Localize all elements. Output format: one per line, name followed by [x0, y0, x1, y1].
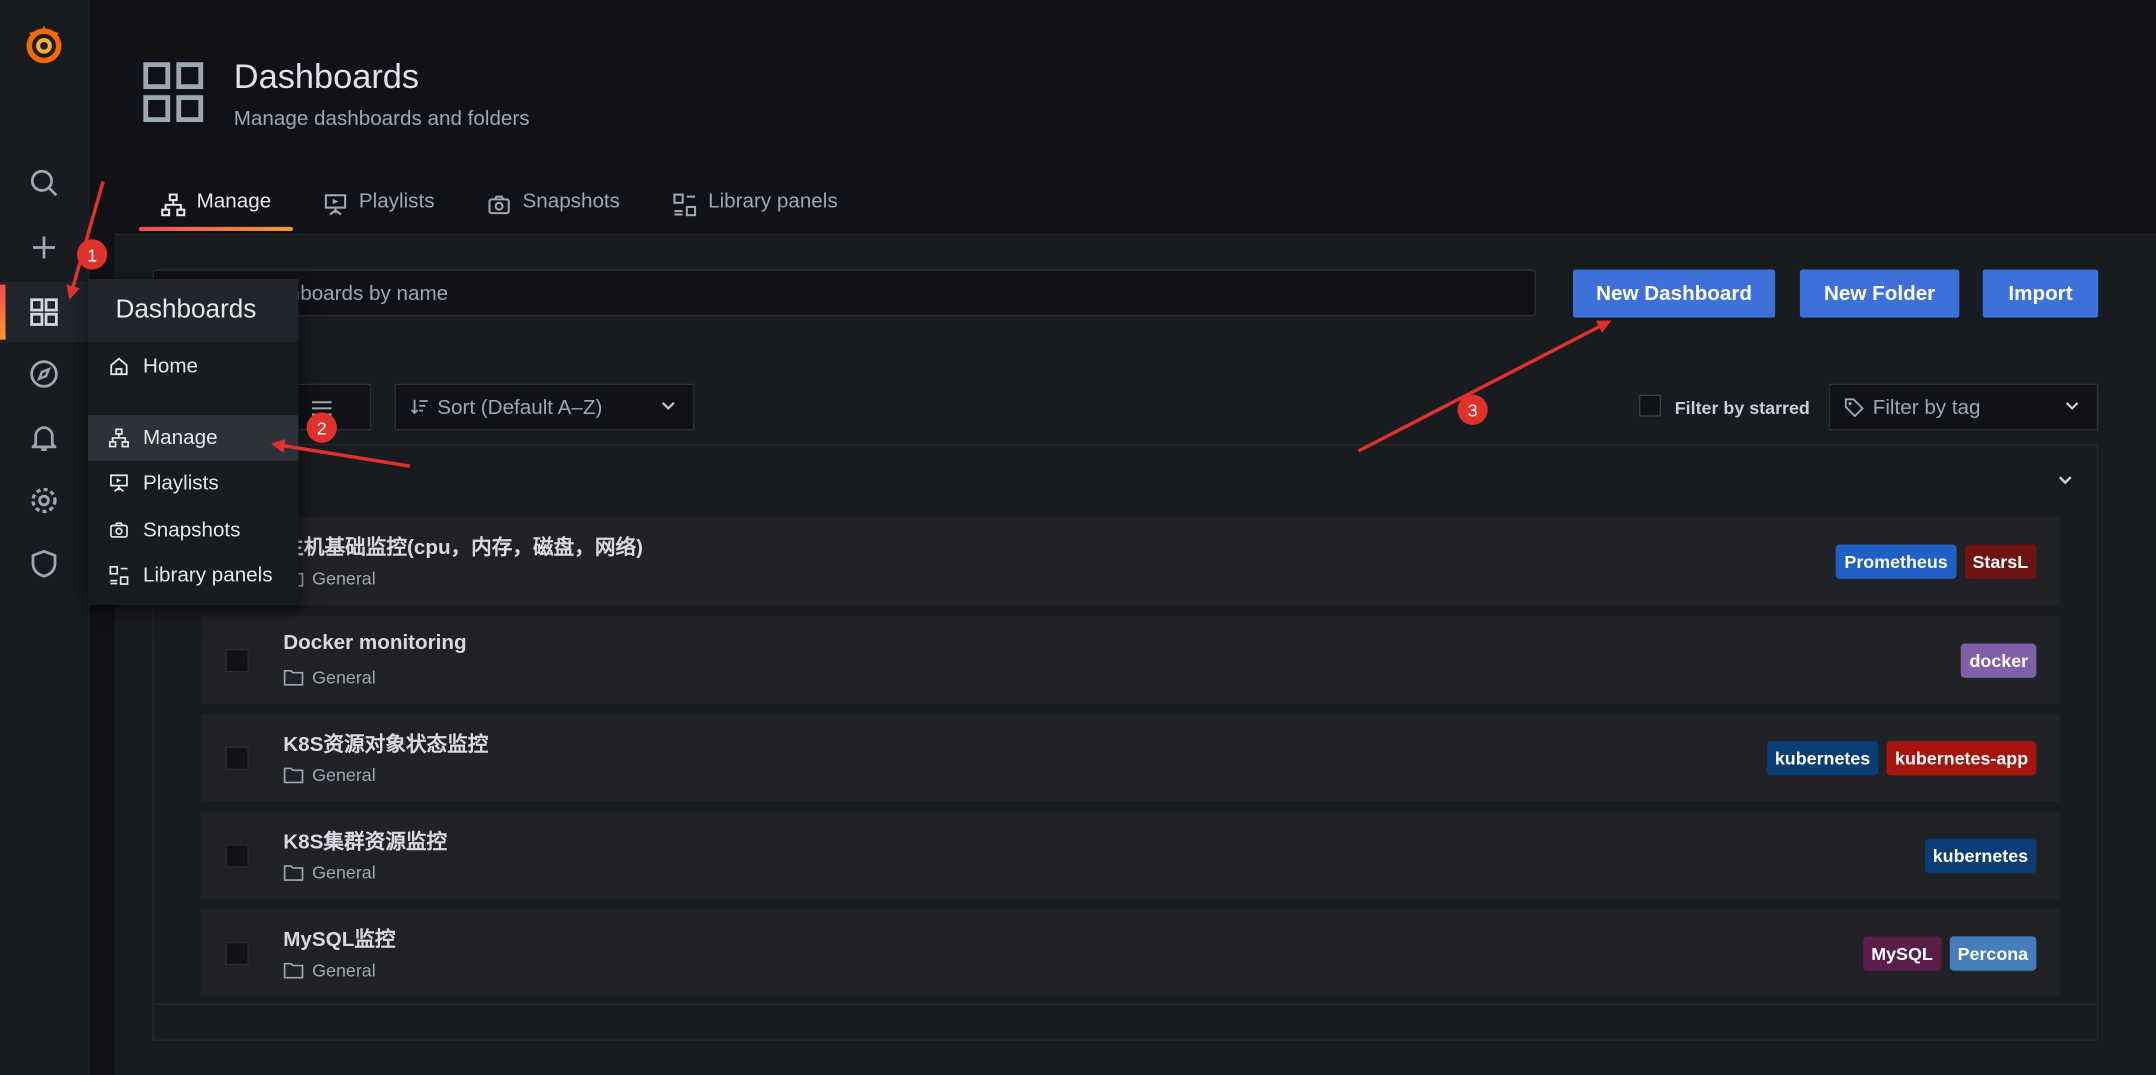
page-subtitle: Manage dashboards and folders [233, 107, 530, 131]
folder-label: General [312, 959, 376, 981]
sort-select[interactable]: Sort (Default A–Z) [394, 383, 695, 431]
flyout-item-playlists[interactable]: Playlists [88, 461, 298, 506]
dashboard-title[interactable]: K8S集群资源监控 [283, 826, 447, 855]
tag-docker[interactable]: docker [1961, 643, 2037, 678]
home-icon [110, 357, 128, 376]
tag-list: kubernetes kubernetes-app [1766, 741, 2037, 776]
grafana-logo[interactable] [0, 17, 88, 72]
page-title: Dashboards [233, 57, 420, 97]
flyout-item-label: Playlists [143, 471, 219, 495]
flyout-item-snapshots[interactable]: Snapshots [88, 507, 298, 552]
dashboard-title[interactable]: K8S资源对象状态监控 [283, 729, 488, 758]
tag-mysql[interactable]: MySQL [1862, 936, 1942, 971]
row-checkbox[interactable] [225, 941, 249, 966]
sitemap-icon [108, 428, 129, 448]
folder-collapse-chevron-icon[interactable] [2056, 470, 2075, 496]
tag-kubernetes[interactable]: kubernetes [1924, 838, 2037, 874]
alert-bell-icon[interactable] [0, 410, 88, 465]
flyout-item-label: Home [143, 354, 199, 379]
sidebar [0, 0, 90, 1075]
folder-icon [283, 865, 304, 881]
sort-label: Sort (Default A–Z) [437, 395, 603, 419]
sort-icon [410, 399, 428, 415]
new-dashboard-button[interactable]: New Dashboard [1573, 269, 1776, 318]
dashboard-folder: General [283, 666, 376, 688]
dashboard-folder: General [283, 959, 376, 981]
folder-icon [283, 767, 304, 784]
annotation-badge-2: 2 [306, 412, 337, 443]
flyout-item-label: Library panels [143, 563, 273, 588]
tab-label: Snapshots [522, 189, 620, 214]
tag-icon [1844, 397, 1864, 417]
tab-label: Manage [196, 189, 272, 214]
camera-icon [110, 522, 128, 538]
filter-starred-checkbox[interactable] [1639, 394, 1661, 417]
sitemap-icon [161, 193, 186, 217]
row-checkbox[interactable] [225, 746, 249, 770]
explore-compass-icon[interactable] [0, 347, 88, 402]
chevron-down-icon [661, 402, 675, 410]
dashboard-row[interactable]: MySQL监控 General MySQL Percona [200, 908, 2060, 997]
row-checkbox[interactable] [225, 844, 249, 868]
dashboard-folder: General [283, 764, 376, 786]
tab-playlists[interactable]: Playlists [323, 189, 435, 231]
folder-label: General [312, 666, 376, 688]
row-checkbox[interactable] [225, 649, 249, 673]
dashboard-title[interactable]: 主机基础监控(cpu，内存，磁盘，网络) [283, 532, 643, 561]
flyout-item-label: Manage [143, 426, 218, 450]
library-panel-icon [673, 193, 697, 217]
tab-library-panels[interactable]: Library panels [672, 189, 838, 231]
folder-label: General [312, 764, 376, 786]
library-panel-icon [109, 565, 129, 585]
import-button[interactable]: Import [1982, 269, 2099, 318]
tag-starsl[interactable]: StarsL [1964, 544, 2037, 579]
flyout-item-home[interactable]: Home [88, 344, 298, 389]
dashboard-row[interactable]: Docker monitoring General docker [200, 616, 2060, 704]
search-placeholder: hboards by name [288, 281, 449, 306]
tab-manage[interactable]: Manage [138, 189, 294, 231]
shield-icon[interactable] [0, 536, 88, 591]
annotation-badge-3: 3 [1457, 394, 1488, 425]
tag-list: Prometheus StarsL [1836, 544, 2037, 579]
folder-icon [283, 962, 304, 979]
dashboards-header-icon [142, 61, 205, 124]
section-footer [152, 1005, 2099, 1041]
tag-kubernetes-app[interactable]: kubernetes-app [1886, 741, 2037, 776]
gear-icon[interactable] [0, 473, 88, 528]
flyout-title[interactable]: Dashboards [88, 279, 299, 343]
search-icon[interactable] [0, 155, 88, 210]
dashboard-row[interactable]: K8S集群资源监控 General kubernetes [200, 811, 2060, 900]
dashboard-folder: General [283, 862, 376, 883]
tab-snapshots[interactable]: Snapshots [487, 190, 620, 231]
tag-list: MySQL Percona [1862, 936, 2037, 971]
tag-list: kubernetes [1924, 838, 2037, 874]
camera-icon [488, 195, 510, 215]
dashboard-title[interactable]: Docker monitoring [283, 631, 466, 654]
tag-filter-select[interactable]: Filter by tag [1828, 383, 2099, 431]
dashboard-row[interactable]: 主机基础监控(cpu，内存，磁盘，网络) General Prometheus … [200, 517, 2060, 605]
annotation-badge-1: 1 [77, 239, 108, 270]
chevron-down-icon [2065, 402, 2079, 410]
dashboard-row[interactable]: K8S资源对象状态监控 General kubernetes kubernete… [200, 713, 2060, 802]
plus-icon[interactable] [0, 220, 88, 275]
folder-label: General [312, 862, 376, 883]
filter-starred-label: Filter by starred [1674, 397, 1810, 418]
tag-list: docker [1961, 643, 2037, 678]
folder-label: General [312, 567, 376, 589]
tab-label: Playlists [358, 189, 435, 214]
flyout-item-label: Snapshots [143, 518, 241, 542]
tag-percona[interactable]: Percona [1949, 936, 2037, 971]
tag-kubernetes[interactable]: kubernetes [1766, 741, 1879, 776]
new-folder-button[interactable]: New Folder [1799, 269, 1960, 318]
tag-prometheus[interactable]: Prometheus [1836, 544, 1956, 579]
flyout-item-library-panels[interactable]: Library panels [88, 553, 298, 598]
folder-icon [283, 669, 304, 686]
flyout-item-manage[interactable]: Manage [88, 415, 299, 461]
dashboards-icon[interactable] [0, 281, 88, 343]
tab-label: Library panels [708, 189, 838, 214]
dashboard-title[interactable]: MySQL监控 [283, 924, 395, 953]
presentation-icon [110, 474, 128, 493]
presentation-icon [324, 194, 347, 216]
tag-filter-label: Filter by tag [1872, 395, 1981, 419]
